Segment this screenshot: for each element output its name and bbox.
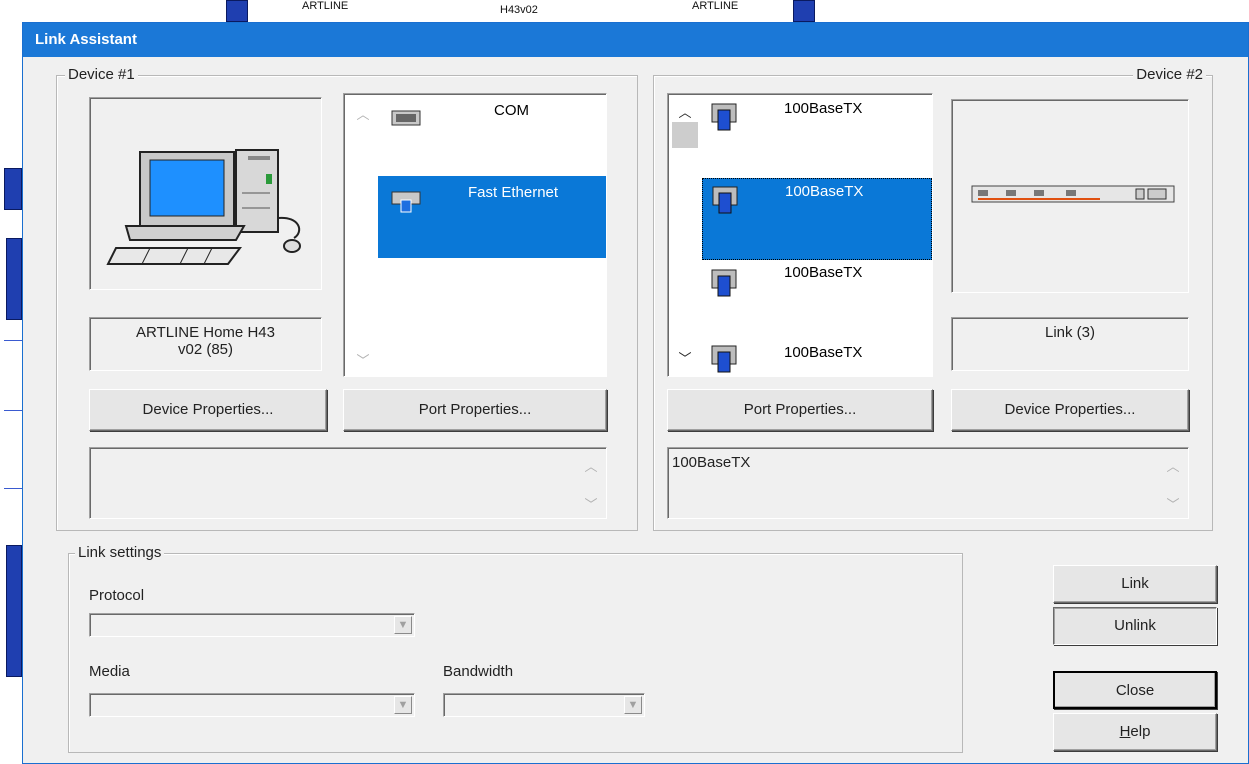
switch-icon (971, 185, 1175, 203)
port-label: 100BaseTX (784, 344, 863, 361)
scroll-up-icon[interactable]: ︿ (584, 456, 598, 475)
link-button[interactable]: Link (1053, 565, 1217, 603)
device1-device-properties-button[interactable]: Device Properties... (89, 389, 327, 431)
chevron-down-icon[interactable]: ▼ (394, 696, 412, 714)
scroll-down-icon[interactable]: ﹀ (678, 348, 692, 367)
device1-port-items: COM Fast Ethernet (378, 94, 606, 376)
background-device-icon (793, 0, 815, 22)
help-button[interactable]: Help (1053, 713, 1217, 751)
background-link-line (4, 410, 22, 411)
background-device-icon (226, 0, 248, 22)
dialog-title[interactable]: Link Assistant (23, 23, 1248, 57)
chevron-down-icon[interactable]: ▼ (624, 696, 642, 714)
background-device-icon (4, 168, 22, 210)
list-item[interactable]: 100BaseTX (702, 178, 932, 260)
device2-port-items: 100BaseTX 100BaseTX 100BaseTX 100BaseTX (702, 94, 932, 376)
link-settings-legend: Link settings (75, 544, 165, 561)
ethernet-port-icon (711, 269, 737, 297)
device1-port-list[interactable]: ︿ ﹀ COM Fast Ethernet (343, 93, 607, 377)
device1-description-box[interactable]: ︿ ﹀ (89, 447, 607, 519)
port-label: Fast Ethernet (468, 184, 559, 201)
chevron-down-icon[interactable]: ▼ (394, 616, 412, 634)
device1-name: ARTLINE Home H43 v02 (85) (89, 317, 322, 371)
link-settings-group: Link settings (68, 544, 963, 753)
background-device-label: H43v02 (500, 4, 538, 16)
background-device-icon (6, 545, 22, 677)
port-label: 100BaseTX (785, 183, 864, 200)
link-assistant-dialog: Link Assistant Device #1 ARTLINE Home H4… (22, 22, 1249, 764)
scroll-up-icon[interactable]: ︿ (678, 102, 692, 121)
device1-legend: Device #1 (65, 66, 138, 83)
list-item[interactable]: COM (378, 94, 606, 176)
protocol-select[interactable]: ▼ (89, 613, 415, 637)
background-device-icon (6, 238, 22, 320)
scroll-down-icon[interactable]: ﹀ (356, 350, 370, 369)
serial-port-icon (391, 110, 421, 126)
ethernet-port-icon (712, 186, 738, 214)
device2-name: Link (3) (951, 317, 1189, 371)
background-device-label: ARTLINE (302, 0, 349, 12)
list-item[interactable]: 100BaseTX (702, 338, 932, 376)
device1-image-frame (89, 97, 322, 290)
list-item[interactable]: Fast Ethernet (378, 176, 606, 258)
bandwidth-label: Bandwidth (443, 663, 514, 680)
device2-port-list[interactable]: ︿ ﹀ 100BaseTX 100BaseTX 100BaseTX 100Bas… (667, 93, 933, 377)
device2-port-properties-button[interactable]: Port Properties... (667, 389, 933, 431)
background-link-line (4, 488, 22, 489)
device2-description-box[interactable]: 100BaseTX ︿ ﹀ (667, 447, 1189, 519)
device2-device-properties-button[interactable]: Device Properties... (951, 389, 1189, 431)
background-device-label: ARTLINE (692, 0, 739, 12)
protocol-label: Protocol (89, 587, 145, 604)
list-item[interactable]: 100BaseTX (702, 94, 932, 176)
scroll-up-icon[interactable]: ︿ (356, 104, 370, 123)
device1-port-properties-button[interactable]: Port Properties... (343, 389, 607, 431)
port-label: COM (494, 102, 529, 119)
media-select[interactable]: ▼ (89, 693, 415, 717)
ethernet-port-icon (391, 191, 421, 213)
scroll-down-icon[interactable]: ﹀ (1166, 494, 1180, 513)
scroll-up-icon[interactable]: ︿ (1166, 456, 1180, 475)
ethernet-port-icon (711, 345, 737, 373)
background-link-line (4, 340, 22, 341)
ethernet-port-icon (711, 103, 737, 131)
scroll-down-icon[interactable]: ﹀ (584, 494, 598, 513)
close-button[interactable]: Close (1053, 671, 1217, 709)
bandwidth-select[interactable]: ▼ (443, 693, 645, 717)
unlink-button[interactable]: Unlink (1053, 607, 1217, 645)
device2-legend: Device #2 (1133, 66, 1206, 83)
port-label: 100BaseTX (784, 100, 863, 117)
computer-icon (106, 149, 301, 265)
media-label: Media (89, 663, 130, 680)
scrollbar-thumb[interactable] (672, 122, 698, 148)
list-item[interactable]: 100BaseTX (702, 262, 932, 344)
port-label: 100BaseTX (784, 264, 863, 281)
device2-image-frame (951, 99, 1189, 293)
